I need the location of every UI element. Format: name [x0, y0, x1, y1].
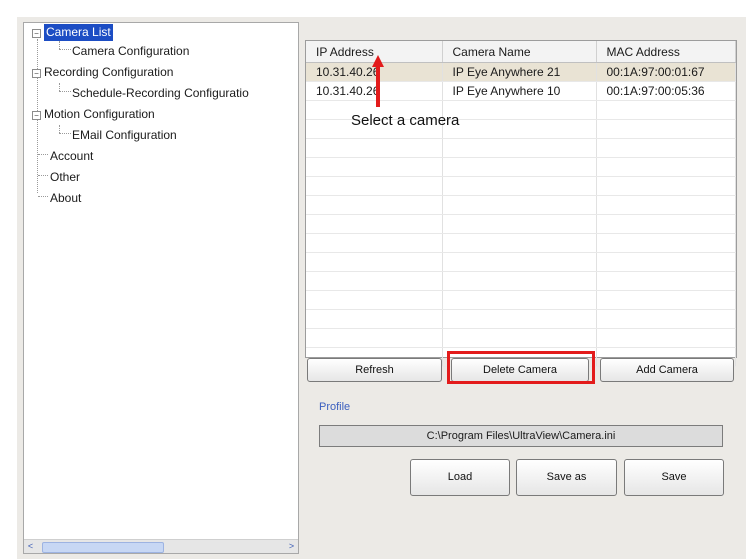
column-header-camera-name[interactable]: Camera Name [442, 41, 597, 63]
tree-item-label: Schedule-Recording Configuratio [72, 86, 249, 100]
tree-branch-line [38, 175, 48, 176]
save-as-button[interactable]: Save as [516, 459, 617, 496]
column-header-mac-address[interactable]: MAC Address [596, 41, 736, 63]
tree-branch-line [59, 91, 71, 92]
empty-row [306, 214, 736, 234]
up-arrow-icon [372, 55, 384, 107]
add-camera-button[interactable]: Add Camera [600, 358, 734, 382]
horizontal-scrollbar[interactable]: < > [24, 539, 298, 553]
load-button[interactable]: Load [410, 459, 510, 496]
annotation-select-camera: Select a camera [351, 112, 460, 129]
empty-row [306, 176, 736, 196]
tree-branch-line [59, 49, 71, 50]
tree-branch-line [59, 41, 60, 49]
tree-item-label: About [50, 191, 82, 205]
tree-item-label: EMail Configuration [72, 128, 177, 142]
empty-row [306, 328, 736, 348]
tree-item-label: Motion Configuration [44, 107, 155, 121]
tree-item-label: Other [50, 170, 81, 184]
empty-row [306, 233, 736, 253]
delete-camera-highlight [447, 351, 595, 384]
collapse-icon[interactable]: − [32, 111, 41, 120]
empty-row [306, 309, 736, 329]
tree-branch-line [59, 83, 60, 91]
tree-item-label: Camera Configuration [72, 44, 190, 58]
scroll-right-icon[interactable]: > [285, 540, 298, 553]
collapse-icon[interactable]: − [32, 29, 41, 38]
cell-mac-address: 00:1A:97:00:05:36 [596, 81, 736, 101]
empty-row [306, 157, 736, 177]
cell-mac-address: 00:1A:97:00:01:67 [596, 62, 736, 82]
profile-label: Profile [319, 401, 351, 413]
collapse-icon[interactable]: − [32, 69, 41, 78]
cell-camera-name: IP Eye Anywhere 21 [442, 62, 597, 82]
scroll-left-icon[interactable]: < [24, 540, 37, 553]
empty-row [306, 138, 736, 158]
camera-list-table[interactable]: IP Address Camera Name MAC Address 10.31… [305, 40, 737, 367]
tree-item-label: Account [50, 149, 94, 163]
scrollbar-thumb[interactable] [42, 542, 164, 553]
navigation-tree: − Camera List Camera Configuration − Rec… [23, 22, 299, 554]
tree-branch-line [38, 196, 48, 197]
empty-row [306, 195, 736, 215]
refresh-button[interactable]: Refresh [307, 358, 442, 382]
save-button[interactable]: Save [624, 459, 724, 496]
tree-item-label: Recording Configuration [44, 65, 174, 79]
tree-item-label: Camera List [44, 24, 113, 41]
tree-branch-line [59, 125, 60, 133]
profile-path-field: C:\Program Files\UltraView\Camera.ini [319, 425, 723, 447]
empty-row [306, 290, 736, 310]
tree-branch-line [38, 154, 48, 155]
empty-row [306, 271, 736, 291]
empty-row [306, 252, 736, 272]
tree-branch-line [59, 133, 71, 134]
cell-camera-name: IP Eye Anywhere 10 [442, 81, 597, 101]
